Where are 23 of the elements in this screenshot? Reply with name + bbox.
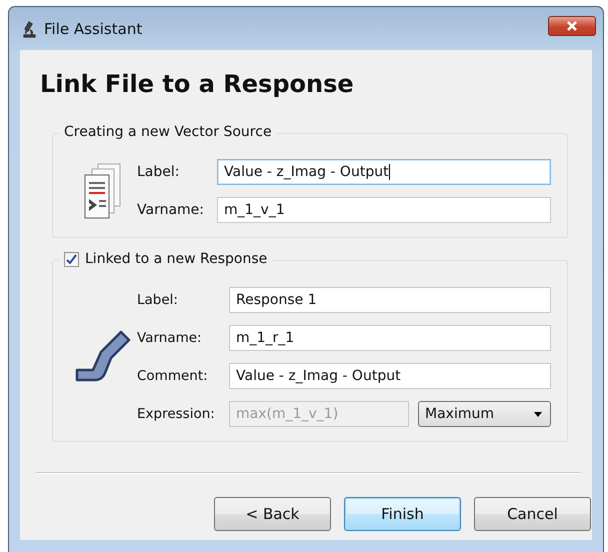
field-label: Comment: — [137, 368, 209, 384]
dialog-button[interactable]: < Back — [214, 497, 331, 531]
field-label: Varname: — [137, 202, 205, 218]
group-title: Creating a new Vector Source — [64, 124, 272, 140]
field-label: Expression: — [137, 406, 216, 422]
text-field[interactable]: Value - z_Imag - Output — [217, 159, 551, 185]
close-button[interactable] — [548, 16, 596, 36]
dialog-button[interactable]: Cancel — [474, 497, 591, 531]
caret-icon — [534, 412, 542, 416]
dialog-button[interactable]: Finish — [344, 497, 461, 531]
text-field[interactable]: Value - z_Imag - Output — [229, 363, 551, 389]
dialog-heading: Link File to a Response — [39, 69, 354, 100]
text-field[interactable]: Response 1 — [229, 287, 551, 313]
text-field[interactable]: m_1_v_1 — [217, 197, 551, 223]
window-title: File Assistant — [44, 20, 142, 38]
field-label: Varname: — [137, 330, 203, 346]
document-stack-icon — [84, 163, 122, 219]
field-label: Label: — [137, 292, 179, 308]
checkbox[interactable] — [64, 252, 79, 266]
text-field[interactable]: m_1_r_1 — [229, 325, 551, 351]
checkbox-label: Linked to a new Response — [85, 251, 268, 267]
field-label: Label: — [137, 164, 180, 180]
close-icon — [566, 20, 578, 32]
